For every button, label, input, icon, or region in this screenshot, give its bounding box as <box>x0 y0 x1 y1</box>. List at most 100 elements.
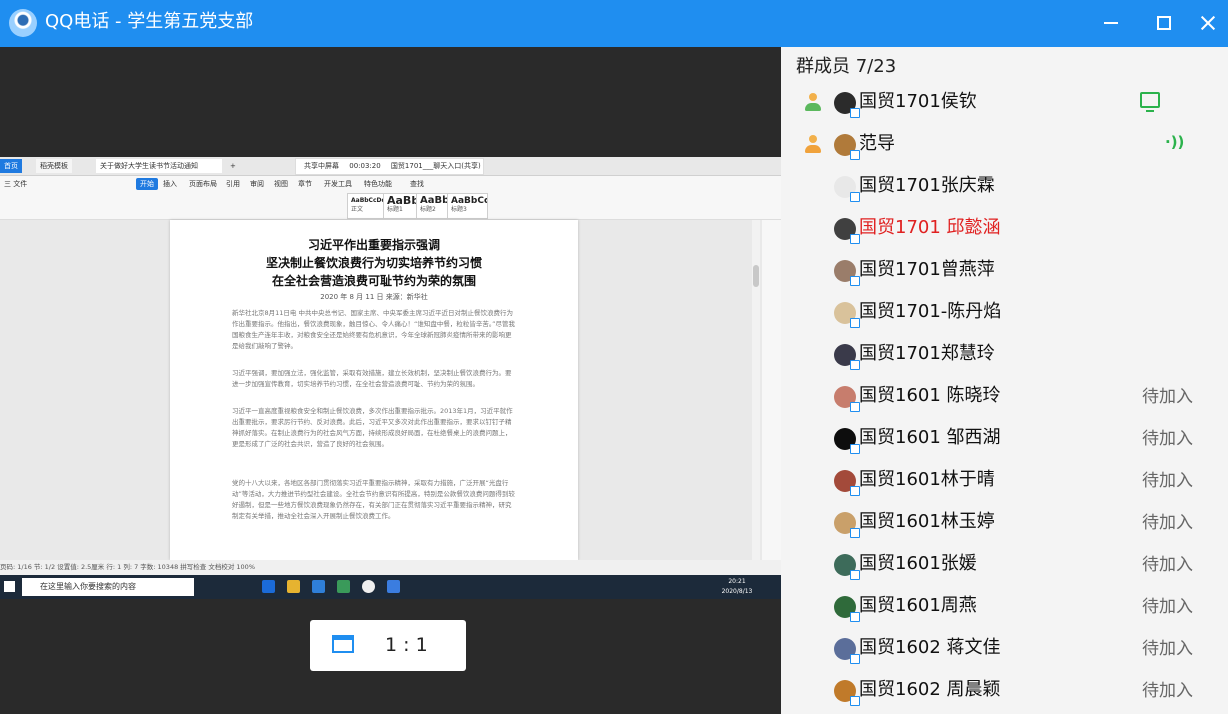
member-name: 国贸1602 蒋文佳 <box>859 637 1001 658</box>
doc-side-toolbar <box>762 220 781 560</box>
meeting-status: 共享中屏幕 <box>304 162 339 170</box>
member-status: 待加入 <box>1142 597 1193 617</box>
avatar <box>834 260 860 286</box>
doc-paragraph: 党的十八大以来，各地区各部门贯彻落实习近平重要指示精神，采取有力措施，广泛开展“… <box>232 479 515 520</box>
member-row[interactable]: 国贸1602 周晨颖 待加入 <box>781 670 1228 712</box>
member-name: 国贸1601 邹西湖 <box>859 427 1001 448</box>
ratio-label: 1 : 1 <box>385 634 428 656</box>
avatar <box>834 512 860 538</box>
maximize-button[interactable] <box>1152 12 1174 34</box>
taskbar-date: 2020/8/13 <box>721 588 753 595</box>
member-row[interactable]: 国贸1701曾燕萍 <box>781 250 1228 292</box>
tab-document: 关于做好大学生读书节活动通知 <box>96 159 222 173</box>
member-status: 待加入 <box>1142 429 1193 449</box>
windows-start-icon <box>4 581 15 592</box>
doc-status-bar: 页码: 1/16 节: 1/2 设置值: 2.5厘米 行: 1 列: 7 字数:… <box>0 560 781 575</box>
voice-icon: ·)) <box>1165 133 1185 151</box>
avatar <box>834 386 860 412</box>
member-status: 待加入 <box>1142 513 1193 533</box>
qq-icon <box>362 580 375 593</box>
member-row[interactable]: 国贸1601林于晴 待加入 <box>781 460 1228 502</box>
edge-icon <box>262 580 275 593</box>
shared-screen[interactable]: 首页 稻壳模板 关于做好大学生读书节活动通知 + 共享中屏幕 00:03:20 … <box>0 157 781 599</box>
member-name: 国贸1601林于晴 <box>859 469 995 490</box>
style-normal-caption: 正文 <box>351 206 364 213</box>
taskbar-search: 在这里输入你要搜索的内容 <box>22 578 194 596</box>
app-icon <box>312 580 325 593</box>
member-row[interactable]: 国贸1601 邹西湖 待加入 <box>781 418 1228 460</box>
member-name: 国贸1701-陈丹焰 <box>859 301 1002 322</box>
member-status: 待加入 <box>1142 639 1193 659</box>
doc-paragraph: 习近平强调，要加强立法，强化监管，采取有效措施，建立长效机制，坚决制止餐饮浪费行… <box>232 369 512 388</box>
doc-paragraph: 新华社北京8月11日电 中共中央总书记、国家主席、中央军委主席习近平近日对制止餐… <box>232 309 515 350</box>
menu-review: 审阅 <box>250 180 264 188</box>
doc-scroll-thumb <box>753 265 759 287</box>
doc-paragraph: 习近平一直高度重视粮食安全和制止餐饮浪费，多次作出重要指示批示。2013年1月，… <box>232 407 513 448</box>
member-row[interactable]: 范导 ·)) <box>781 124 1228 166</box>
member-row[interactable]: 国贸1601 陈晓玲 待加入 <box>781 376 1228 418</box>
screen-share-icon <box>1140 92 1160 112</box>
avatar <box>834 218 860 244</box>
doc-scrollbar <box>752 220 760 560</box>
member-row[interactable]: 国贸1701郑慧玲 <box>781 334 1228 376</box>
doc-workspace: 习近平作出重要指示强调 坚决制止餐饮浪费行为切实培养节约习惯 在全社会营造浪费可… <box>0 220 781 560</box>
close-button[interactable] <box>1197 12 1219 34</box>
member-name: 国贸1701张庆霖 <box>859 175 995 196</box>
wps-icon <box>387 580 400 593</box>
qq-logo-icon <box>9 9 37 37</box>
window-title: QQ电话 - 学生第五党支部 <box>45 11 254 32</box>
doc-ribbon: AaBbCcDd 正文 AaBb 标题1 AaBbC 标题2 AaBbCc 标题… <box>0 191 781 220</box>
tab-add: + <box>230 162 236 170</box>
doc-date-line: 2020 年 8 月 11 日 来源：新华社 <box>320 293 428 301</box>
video-area[interactable]: 首页 稻壳模板 关于做好大学生读书节活动通知 + 共享中屏幕 00:03:20 … <box>0 47 781 714</box>
avatar <box>834 176 860 202</box>
member-row[interactable]: 国贸1601张媛 待加入 <box>781 544 1228 586</box>
menu-features: 特色功能 <box>364 180 392 188</box>
meeting-name: 国贸1701___聊天入口(共享) <box>390 162 481 170</box>
member-row[interactable]: 国贸1701 邱懿涵 <box>781 208 1228 250</box>
member-name: 国贸1701曾燕萍 <box>859 259 995 280</box>
style-h1-caption: 标题1 <box>387 206 403 213</box>
member-name: 国贸1602 周晨颖 <box>859 679 1001 700</box>
folder-icon <box>287 580 300 593</box>
windows-taskbar: 在这里输入你要搜索的内容 20:21 2020/8/13 <box>0 575 781 599</box>
avatar <box>834 470 860 496</box>
menu-insert: 插入 <box>163 180 177 188</box>
avatar <box>834 428 860 454</box>
menu-chapter: 章节 <box>298 180 312 188</box>
menu-search: 查找 <box>410 180 424 188</box>
member-row[interactable]: 国贸1701侯钦 <box>781 82 1228 124</box>
avatar <box>834 638 860 664</box>
minimize-button[interactable] <box>1100 12 1122 34</box>
browser-tab-bar: 首页 稻壳模板 关于做好大学生读书节活动通知 + 共享中屏幕 00:03:20 … <box>0 157 781 176</box>
doc-title-line-1: 习近平作出重要指示强调 <box>307 238 440 252</box>
doc-menu-bar: 三 文件 开始 插入 页面布局 引用 审阅 视图 章节 开发工具 特色功能 查找 <box>0 176 781 191</box>
member-status: 待加入 <box>1142 681 1193 701</box>
menu-start: 开始 <box>136 178 158 190</box>
member-status: 待加入 <box>1142 555 1193 575</box>
user-role-icon <box>803 134 823 154</box>
menu-references: 引用 <box>226 180 240 188</box>
member-name: 国贸1601 陈晓玲 <box>859 385 1001 406</box>
avatar <box>834 680 860 706</box>
ratio-button[interactable]: 1 : 1 <box>310 620 466 671</box>
doc-page: 习近平作出重要指示强调 坚决制止餐饮浪费行为切实培养节约习惯 在全社会营造浪费可… <box>170 220 578 560</box>
member-name: 范导 <box>859 133 895 154</box>
member-name: 国贸1601林玉婷 <box>859 511 995 532</box>
member-row[interactable]: 国贸1602 蒋文佳 待加入 <box>781 628 1228 670</box>
doc-title-line-3: 在全社会营造浪费可耻节约为荣的氛围 <box>271 274 476 288</box>
member-row[interactable]: 国贸1601周燕 待加入 <box>781 586 1228 628</box>
avatar <box>834 302 860 328</box>
member-name: 国贸1601张媛 <box>859 553 977 574</box>
member-row[interactable]: 国贸1701张庆霖 <box>781 166 1228 208</box>
doc-title-line-2: 坚决制止餐饮浪费行为切实培养节约习惯 <box>265 256 482 270</box>
style-h3-caption: 标题3 <box>451 206 467 213</box>
menu-developer: 开发工具 <box>324 180 352 188</box>
member-row[interactable]: 国贸1701-陈丹焰 <box>781 292 1228 334</box>
member-row[interactable]: 国贸1601林玉婷 待加入 <box>781 502 1228 544</box>
avatar <box>834 134 860 160</box>
user-role-icon <box>803 92 823 112</box>
member-name: 国贸1701侯钦 <box>859 91 977 112</box>
avatar <box>834 596 860 622</box>
meeting-timer: 00:03:20 <box>349 162 381 170</box>
